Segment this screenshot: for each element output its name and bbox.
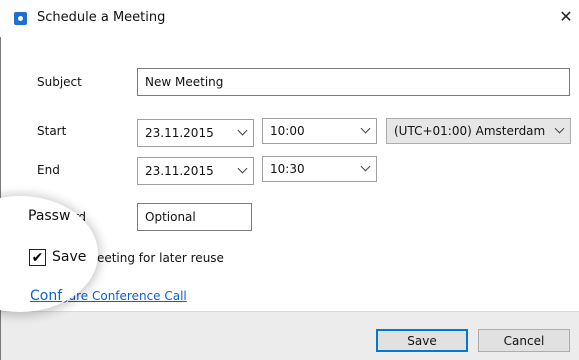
checkmark-icon: ✔	[31, 249, 44, 266]
subject-label: Subject	[37, 75, 82, 89]
end-time-select[interactable]: 10:30	[262, 156, 377, 182]
timezone-select[interactable]: (UTC+01:00) Amsterdam	[386, 118, 571, 144]
window-title: Schedule a Meeting	[37, 10, 166, 25]
end-time-value: 10:30	[270, 162, 305, 176]
chevron-down-icon	[237, 125, 248, 136]
magnified-password-label: Passw	[28, 208, 71, 224]
magnified-checkbox: ✔	[29, 249, 46, 266]
chevron-down-icon	[360, 123, 371, 134]
chevron-down-icon	[554, 123, 565, 134]
start-label: Start	[37, 124, 67, 138]
start-date-picker[interactable]: 23.11.2015	[137, 119, 254, 147]
end-label: End	[37, 163, 60, 177]
chevron-down-icon	[360, 161, 371, 172]
subject-value: New Meeting	[145, 75, 224, 89]
start-time-value: 10:00	[270, 124, 305, 138]
start-date-value: 23.11.2015	[145, 126, 214, 140]
password-input[interactable]: Optional	[137, 203, 252, 231]
timezone-value: (UTC+01:00) Amsterdam	[394, 124, 546, 138]
save-button[interactable]: Save	[376, 329, 468, 352]
title-bar: Schedule a Meeting ✕	[0, 0, 579, 37]
password-placeholder: Optional	[145, 210, 196, 224]
subject-input[interactable]: New Meeting	[137, 68, 570, 96]
end-date-picker[interactable]: 23.11.2015	[137, 157, 254, 185]
end-date-value: 23.11.2015	[145, 164, 214, 178]
cancel-button[interactable]: Cancel	[478, 329, 570, 352]
schedule-meeting-dialog: Schedule a Meeting ✕ Subject New Meeting…	[0, 0, 579, 360]
chevron-down-icon	[237, 163, 248, 174]
close-button[interactable]: ✕	[556, 6, 576, 28]
dialog-footer: Save Cancel	[1, 311, 579, 360]
teamviewer-icon	[14, 12, 27, 25]
start-time-select[interactable]: 10:00	[262, 118, 377, 144]
magnified-configure-link: Conf	[30, 288, 63, 304]
magnified-save-label: Save	[52, 249, 87, 265]
